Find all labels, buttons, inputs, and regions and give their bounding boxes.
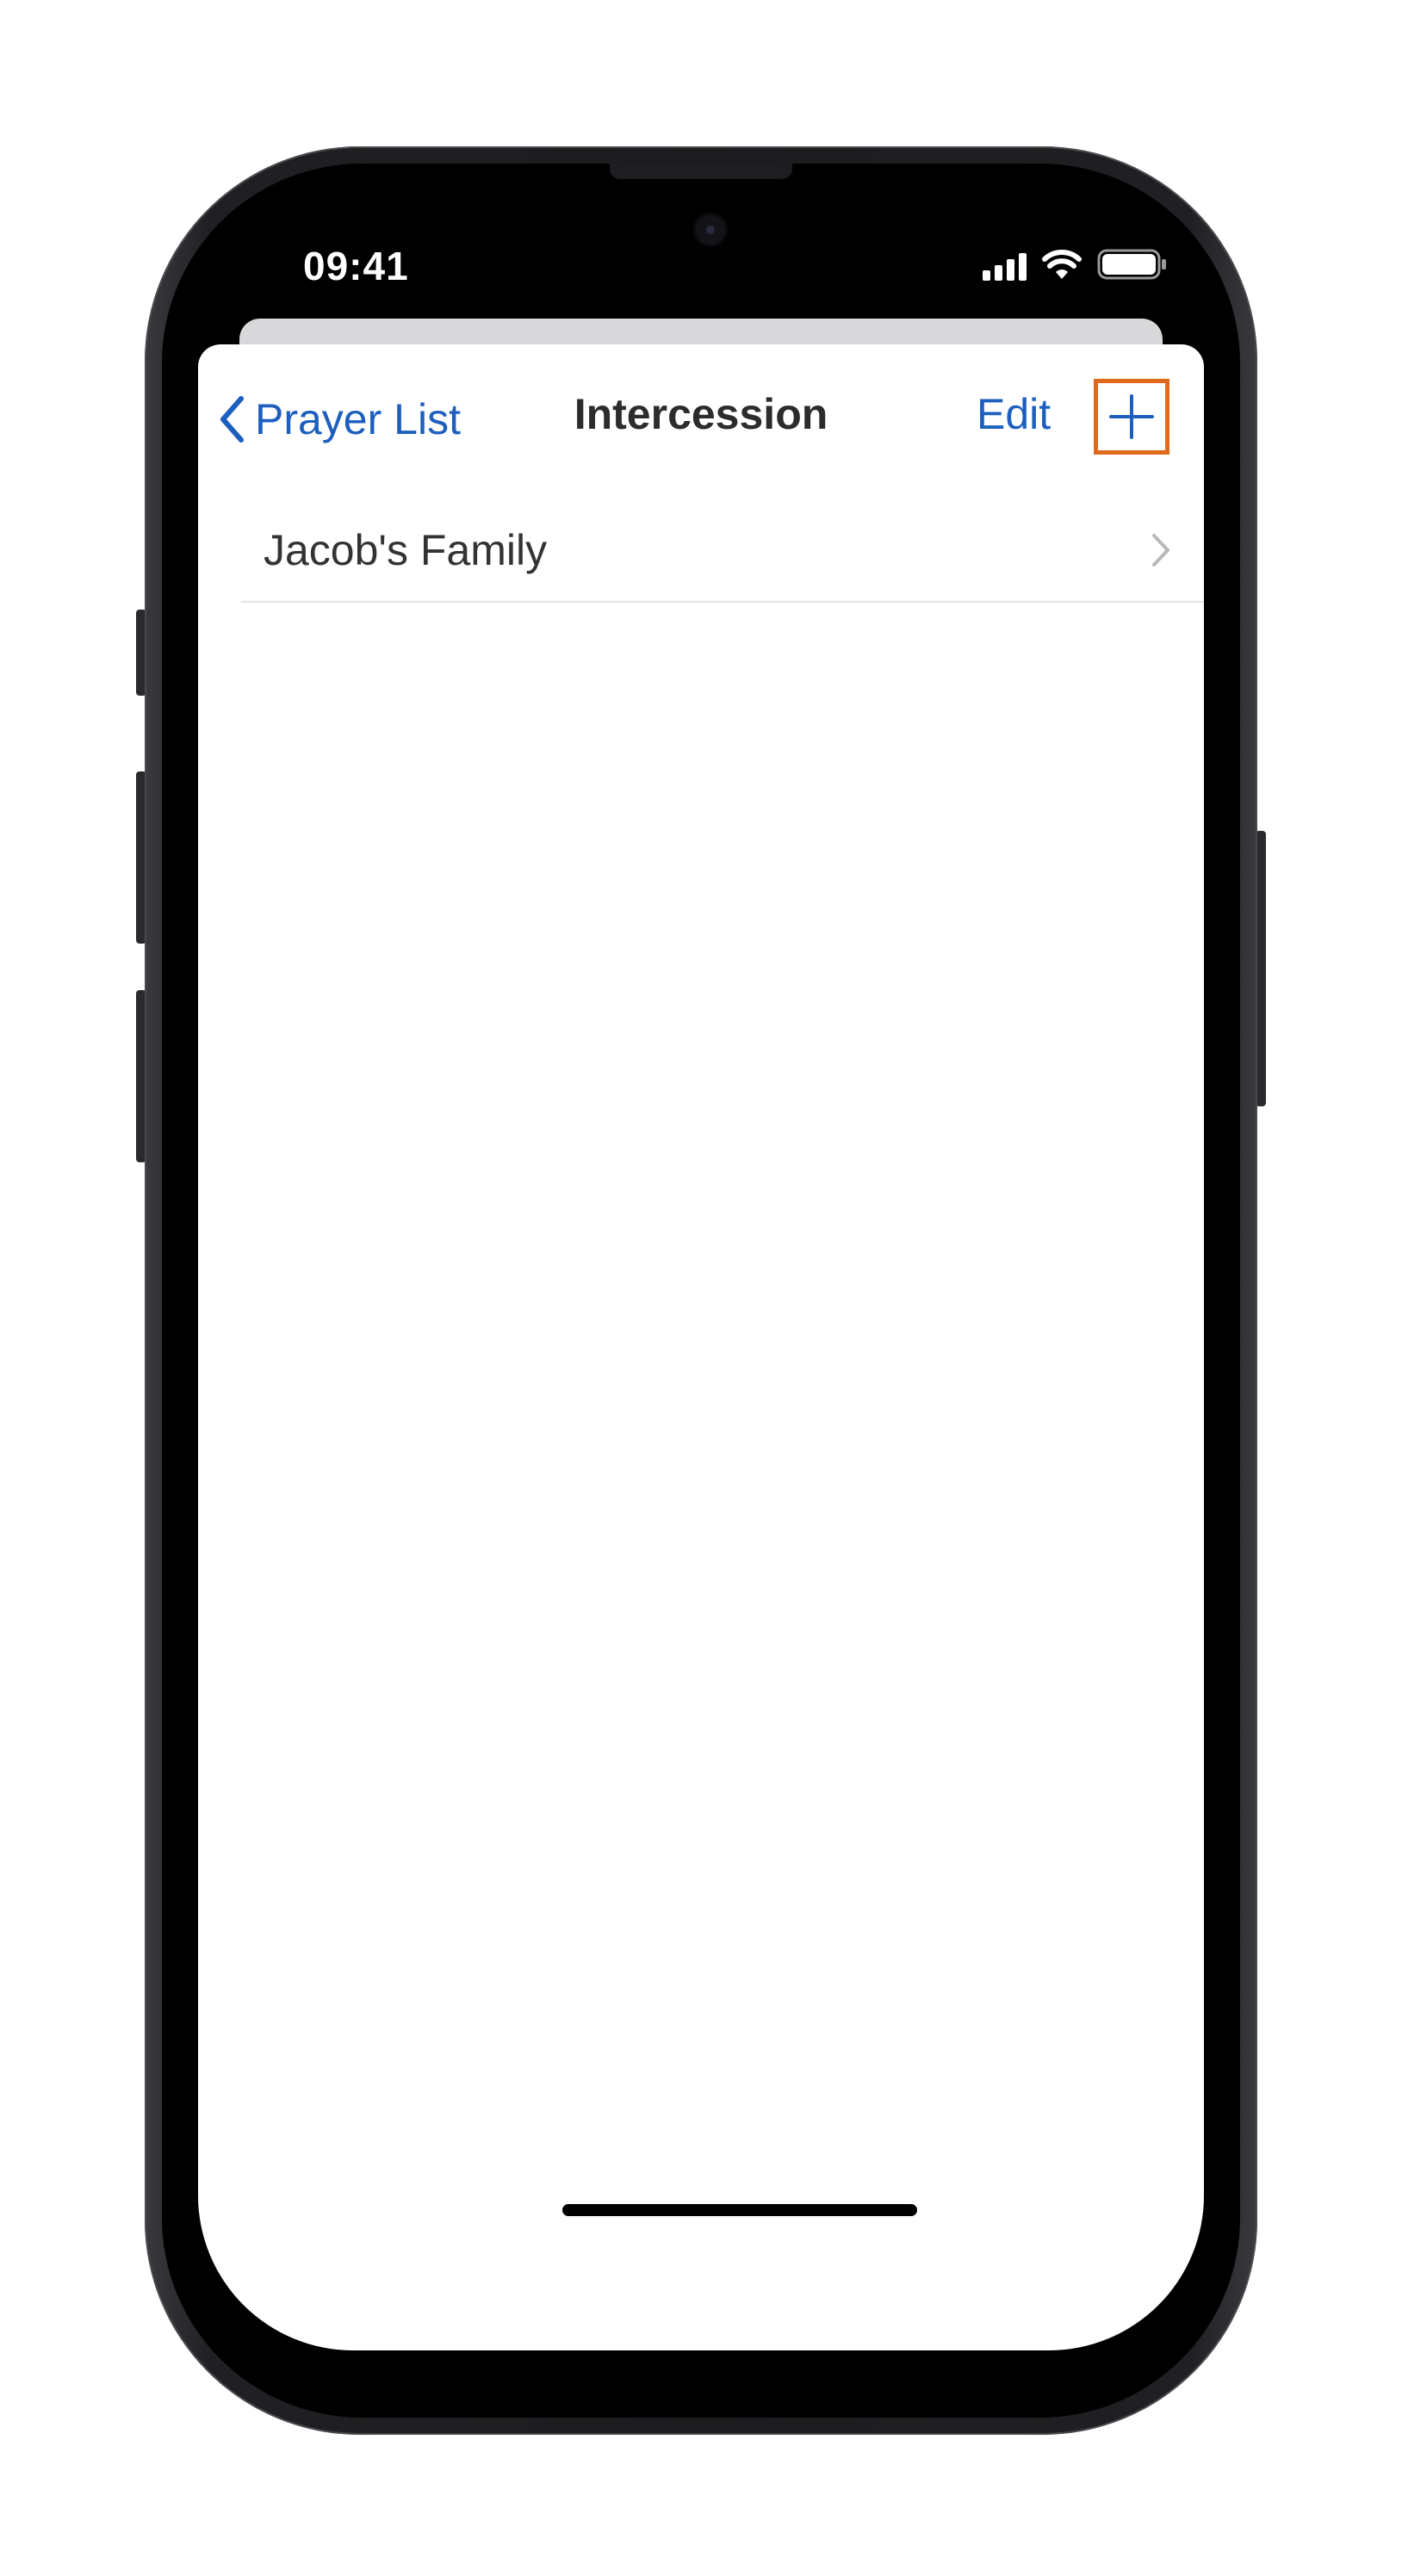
list-item-label: Jacob's Family <box>264 526 548 574</box>
chevron-right-icon <box>1152 534 1169 567</box>
home-indicator[interactable] <box>562 2204 917 2216</box>
page-title: Intercession <box>574 390 828 438</box>
speaker-grille <box>610 164 792 179</box>
phone-display: 09:41 Prayer List Intercession Edit Jaco… <box>162 164 1240 2418</box>
wifi-icon <box>1042 250 1082 279</box>
edit-button[interactable]: Edit <box>977 389 1051 439</box>
front-camera <box>696 215 725 245</box>
cellular-signal-icon <box>983 251 1027 281</box>
navigation-bar: Prayer List Intercession Edit <box>198 344 1204 491</box>
status-time: 09:41 <box>303 244 409 288</box>
screenshot-canvas: 09:41 Prayer List Intercession Edit Jaco… <box>0 0 1402 2576</box>
plus-icon <box>1109 394 1154 439</box>
intercession-screen: Prayer List Intercession Edit Jacob's Fa… <box>198 344 1204 2350</box>
add-button[interactable] <box>1094 379 1169 455</box>
list-item[interactable]: Jacob's Family <box>241 499 1204 603</box>
battery-icon <box>1097 249 1166 280</box>
status-icons <box>983 248 1168 281</box>
